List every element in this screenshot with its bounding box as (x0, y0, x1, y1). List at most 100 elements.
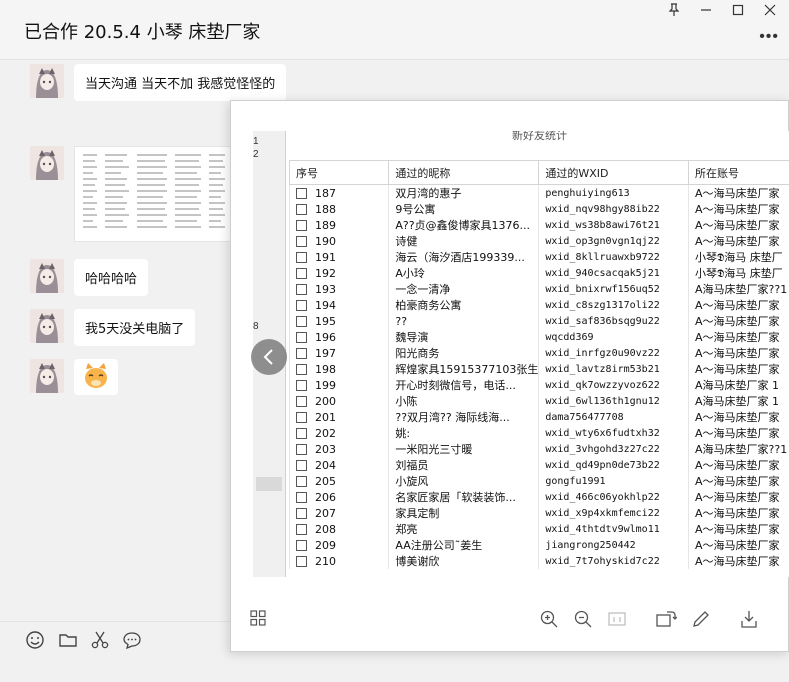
row-index-cell: 190 (288, 233, 390, 249)
row-checkbox[interactable] (296, 555, 307, 567)
table-row: 196 魏导演 wqcdd369 A～海马床垫厂家 (288, 329, 789, 345)
account-cell: 小琴𝕯海马 床垫厂 (688, 265, 789, 281)
row-index: 199 (315, 378, 336, 392)
zoom-out-icon[interactable] (573, 609, 593, 629)
row-index-cell: 192 (288, 265, 390, 281)
grid-icon[interactable] (249, 609, 269, 629)
nickname-cell: AA注册公司˜姜生 (388, 537, 540, 553)
row-checkbox[interactable] (296, 187, 307, 199)
download-icon[interactable] (739, 609, 759, 629)
nickname-cell: 小陈 (388, 393, 540, 409)
row-checkbox[interactable] (296, 235, 307, 247)
avatar[interactable] (30, 359, 64, 393)
row-index-cell: 206 (288, 489, 390, 505)
account-cell: A海马床垫厂家 1 (688, 377, 789, 393)
row-checkbox[interactable] (296, 395, 307, 407)
wxid-cell: wxid_bnixrwf156uq52 (538, 281, 689, 297)
nickname-cell: 海云（海汐酒店199339... (388, 249, 540, 265)
row-checkbox[interactable] (296, 299, 307, 311)
account-cell: A～海马床垫厂家 (688, 553, 789, 569)
table-row: 202 姚: wxid_wty6x6fudtxh32 A～海马床垫厂家 (288, 425, 789, 441)
nickname-cell: 姚: (388, 425, 540, 441)
close-button[interactable] (760, 3, 780, 21)
row-checkbox[interactable] (296, 203, 307, 215)
folder-icon[interactable] (58, 630, 80, 652)
image-message-thumbnail[interactable] (74, 146, 234, 242)
message-bubble[interactable]: 哈哈哈哈 (74, 259, 149, 296)
row-index-cell: 196 (288, 329, 390, 345)
row-index-cell: 208 (288, 521, 390, 537)
row-checkbox[interactable] (296, 411, 307, 423)
minimize-button[interactable] (696, 3, 716, 21)
avatar[interactable] (30, 146, 64, 180)
pin-icon[interactable] (664, 3, 684, 21)
row-index: 200 (315, 394, 336, 408)
chat-bubble-icon[interactable] (122, 630, 144, 652)
wxid-cell: wxid_6wl136th1gnu12 (538, 393, 689, 409)
zoom-in-icon[interactable] (539, 609, 559, 629)
rotate-icon[interactable] (655, 609, 678, 629)
emoji-icon[interactable] (25, 630, 47, 652)
table-row: 195?? wxid_saf836bsqg9u22 A～海马床垫厂家 (288, 313, 789, 329)
wxid-cell: wxid_qk7owzzyvoz622 (538, 377, 689, 393)
table-row: 208 郑亮 wxid_4thtdtv9wlmo11 A～海马床垫厂家 (288, 521, 789, 537)
nickname-cell: 小旋风 (388, 473, 540, 489)
table-row: 193 一念一清净 wxid_bnixrwf156uq52 A海马床垫厂家??1 (288, 281, 789, 297)
scissors-icon[interactable] (90, 630, 112, 652)
message-bubble[interactable]: 我5天没关电脑了 (74, 309, 196, 346)
account-cell: A～海马床垫厂家 (688, 473, 789, 489)
nickname-cell: 双月湾的惠子 (388, 184, 540, 201)
row-index-cell: 193 (288, 281, 390, 297)
row-checkbox[interactable] (296, 507, 307, 519)
row-checkbox[interactable] (296, 475, 307, 487)
row-checkbox[interactable] (296, 251, 307, 263)
row-checkbox[interactable] (296, 219, 307, 231)
message-bubble[interactable]: 当天沟通 当天不加 我感觉怪怪的 (74, 64, 287, 101)
row-index-cell: 197 (288, 345, 390, 361)
row-index-cell: 204 (288, 457, 390, 473)
row-checkbox[interactable] (296, 459, 307, 471)
row-checkbox[interactable] (296, 523, 307, 535)
row-index-cell: 198 (288, 361, 390, 377)
nickname-cell: 一念一清净 (388, 281, 540, 297)
row-index-cell: 194 (288, 297, 390, 313)
wxid-cell: wxid_466c06yokhlp22 (538, 489, 689, 505)
row-checkbox[interactable] (296, 363, 307, 375)
account-cell: A～海马床垫厂家 (688, 313, 789, 329)
row-checkbox[interactable] (296, 267, 307, 279)
row-index: 201 (315, 410, 336, 424)
row-index: 195 (315, 314, 336, 328)
table-row: 190 诗健 wxid_op3gn0vgn1qj22 A～海马床垫厂家 (288, 233, 789, 249)
more-options-icon[interactable]: ••• (759, 28, 779, 46)
row-index-cell: 200 (288, 393, 390, 409)
row-checkbox[interactable] (296, 491, 307, 503)
image-viewer[interactable]: 1 2 8 新好友统计 序号 通过的昵称 通过的WXID 所在账号 187 双月湾… (230, 100, 789, 652)
nickname-cell: 阳光商务 (388, 345, 540, 361)
row-index: 197 (315, 346, 336, 360)
row-index: 188 (315, 202, 336, 216)
actual-size-icon[interactable] (607, 609, 627, 629)
account-cell: A～海马床垫厂家 (688, 505, 789, 521)
edit-icon[interactable] (691, 609, 711, 629)
maximize-button[interactable] (728, 3, 748, 21)
avatar[interactable] (30, 309, 64, 343)
emoji-message[interactable] (74, 359, 118, 395)
wxid-cell: wxid_wty6x6fudtxh32 (538, 425, 689, 441)
nickname-cell: 开心时刻微信号，电话... (388, 377, 540, 393)
row-index: 206 (315, 490, 336, 504)
avatar[interactable] (30, 64, 64, 98)
row-checkbox[interactable] (296, 315, 307, 327)
column-header: 所在账号 (688, 160, 789, 185)
row-checkbox[interactable] (296, 379, 307, 391)
account-cell: A～海马床垫厂家 (688, 409, 789, 425)
row-checkbox[interactable] (296, 443, 307, 455)
row-checkbox[interactable] (296, 539, 307, 551)
row-checkbox[interactable] (296, 283, 307, 295)
nickname-cell: 魏导演 (388, 329, 540, 345)
avatar[interactable] (30, 259, 64, 293)
previous-image-button[interactable] (251, 339, 287, 375)
row-checkbox[interactable] (296, 347, 307, 359)
row-checkbox[interactable] (296, 427, 307, 439)
row-checkbox[interactable] (296, 331, 307, 343)
account-cell: A～海马床垫厂家 (688, 345, 789, 361)
